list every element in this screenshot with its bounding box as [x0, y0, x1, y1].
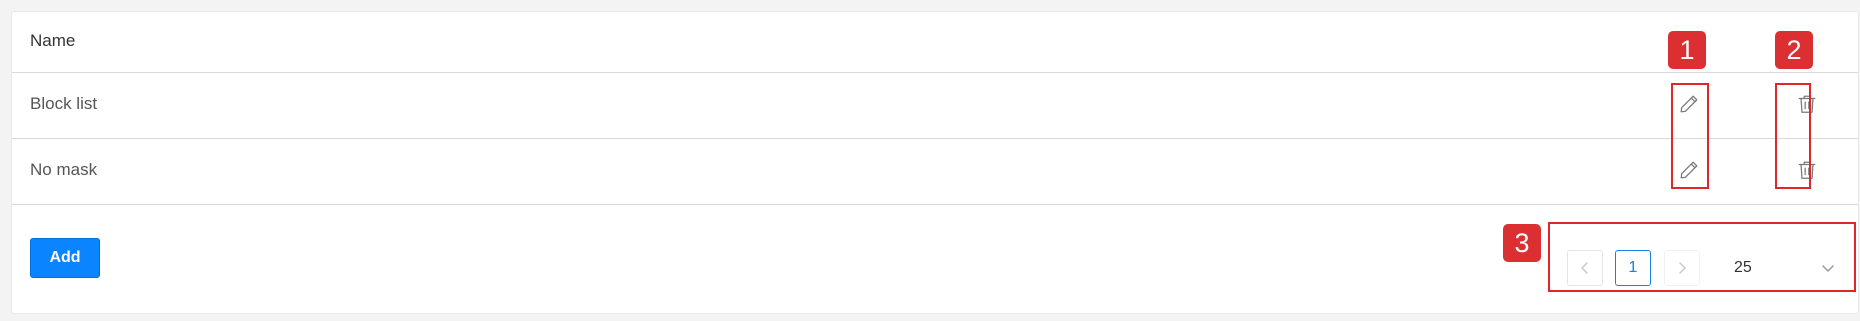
trash-icon[interactable] — [1793, 156, 1821, 184]
page-number-button[interactable]: 1 — [1615, 250, 1651, 286]
trash-icon[interactable] — [1793, 90, 1821, 118]
annotation-badge-1: 1 — [1668, 31, 1706, 69]
add-button[interactable]: Add — [30, 238, 100, 278]
chevron-right-icon — [1679, 262, 1686, 274]
chevron-down-icon — [1822, 265, 1834, 272]
next-page-button[interactable] — [1664, 250, 1700, 286]
edit-icon[interactable] — [1675, 90, 1703, 118]
chevron-left-icon — [1581, 262, 1588, 274]
settings-card: Name Block list No mask Add 1 25 — [11, 11, 1859, 314]
row-name-cell: No mask — [30, 160, 98, 179]
annotation-badge-2: 2 — [1775, 31, 1813, 69]
prev-page-button[interactable] — [1567, 250, 1603, 286]
edit-icon[interactable] — [1675, 156, 1703, 184]
table-row: Block list — [12, 73, 1858, 139]
table-header-row: Name — [12, 12, 1858, 73]
table-row: No mask — [12, 139, 1858, 205]
annotation-badge-3: 3 — [1503, 224, 1541, 262]
page-size-value: 25 — [1734, 259, 1752, 276]
page-size-select[interactable]: 25 — [1730, 250, 1840, 286]
row-name-cell: Block list — [30, 94, 98, 113]
column-header-name: Name — [30, 31, 76, 50]
